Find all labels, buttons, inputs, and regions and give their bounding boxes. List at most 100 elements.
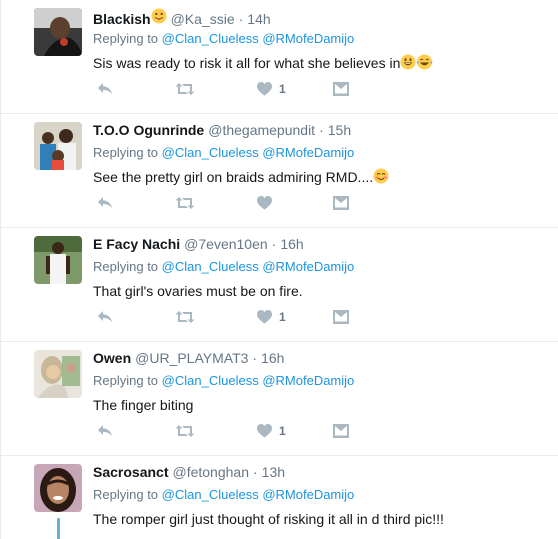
direct-message-button[interactable] [333,307,349,327]
retweet-button[interactable] [175,193,195,213]
display-name[interactable]: Owen [93,350,131,366]
tweet-header: E Facy Nachi @7even10en · 16h [93,236,546,254]
retweet-button[interactable] [175,307,195,327]
heart-icon [257,424,272,438]
tweet[interactable]: Blackish @Ka_ssie · 14h Replying to @Cla… [1,0,558,114]
display-name[interactable]: E Facy Nachi [93,236,180,252]
like-count: 1 [279,82,286,96]
mention-link[interactable]: @Clan_Clueless [162,145,259,160]
display-name[interactable]: Blackish [93,11,151,27]
mention-link[interactable]: @RMofeDamijo [262,487,354,502]
avatar[interactable] [34,350,82,398]
direct-message-button[interactable] [333,421,349,441]
retweet-icon [175,196,195,210]
reply-icon [97,196,113,210]
like-button[interactable] [257,193,279,213]
mention-link[interactable]: @RMofeDamijo [262,31,354,46]
reply-icon [97,82,113,96]
replying-to: Replying to @Clan_Clueless @RMofeDamijo [93,373,546,389]
display-name[interactable]: Sacrosanct [93,464,168,480]
replying-to: Replying to @Clan_Clueless @RMofeDamijo [93,487,546,503]
replying-to: Replying to @Clan_Clueless @RMofeDamijo [93,259,546,275]
reply-button[interactable] [97,79,113,99]
retweet-button[interactable] [175,79,195,99]
tweet[interactable]: Owen @UR_PLAYMAT3 · 16h Replying to @Cla… [1,342,558,456]
retweet-icon [175,82,195,96]
replying-to: Replying to @Clan_Clueless @RMofeDamijo [93,31,546,47]
retweet-button[interactable] [175,421,195,441]
timestamp[interactable]: 14h [247,11,270,27]
direct-message-button[interactable] [333,79,349,99]
reply-button[interactable] [97,307,113,327]
username[interactable]: @Ka_ssie [171,11,235,27]
username[interactable]: @thegamepundit [208,122,315,138]
like-button[interactable]: 1 [257,307,286,327]
avatar[interactable] [34,122,82,170]
tweet-text: The finger biting [93,395,546,415]
heart-icon [257,82,272,96]
thread-line [57,518,60,539]
tweet-text-content: That girl's ovaries must be on fire. [93,283,303,299]
separator-dot: · [252,464,258,480]
retweet-icon [175,424,195,438]
avatar[interactable] [34,464,82,512]
avatar[interactable] [34,8,82,56]
grinning-emoji-icon [400,54,416,75]
replying-to: Replying to @Clan_Clueless @RMofeDamijo [93,145,546,161]
separator-dot: · [271,236,277,252]
reply-button[interactable] [97,193,113,213]
username[interactable]: @7even10en [184,236,268,252]
tweet[interactable]: T.O.O Ogunrinde @thegamepundit · 15h Rep… [1,114,558,228]
tweet-text: See the pretty girl on braids admiring R… [93,167,546,187]
like-button[interactable]: 1 [257,421,286,441]
like-count: 1 [279,424,286,438]
direct-message-icon [333,196,349,210]
mention-link[interactable]: @Clan_Clueless [162,31,259,46]
replying-label: Replying to [93,487,159,502]
replying-label: Replying to [93,259,159,274]
timestamp[interactable]: 16h [280,236,303,252]
heart-icon [257,196,272,210]
tweet-header: Owen @UR_PLAYMAT3 · 16h [93,350,546,368]
username[interactable]: @UR_PLAYMAT3 [135,350,248,366]
display-name[interactable]: T.O.O Ogunrinde [93,122,204,138]
like-button[interactable]: 1 [257,79,286,99]
mention-link[interactable]: @Clan_Clueless [162,487,259,502]
mention-link[interactable]: @RMofeDamijo [262,259,354,274]
tweet-text: The romper girl just thought of risking … [93,509,546,529]
tweet[interactable]: E Facy Nachi @7even10en · 16h Replying t… [1,228,558,342]
mention-link[interactable]: @RMofeDamijo [262,145,354,160]
separator-dot: · [238,11,244,27]
separator-dot: · [252,350,258,366]
replying-label: Replying to [93,373,159,388]
tears-of-joy-emoji-icon [416,54,433,75]
replying-label: Replying to [93,145,159,160]
tweet-header: Sacrosanct @fetonghan · 13h [93,464,546,482]
like-count: 1 [279,310,286,324]
avatar[interactable] [34,236,82,284]
retweet-icon [175,310,195,324]
timestamp[interactable]: 13h [262,464,285,480]
tweet-actions [93,193,363,213]
mention-link[interactable]: @RMofeDamijo [262,373,354,388]
tweet-actions: 1 [93,79,363,99]
direct-message-icon [333,82,349,96]
smiling-eyes-emoji-icon [373,168,389,189]
replying-label: Replying to [93,31,159,46]
direct-message-icon [333,424,349,438]
timestamp[interactable]: 16h [261,350,284,366]
tweet-text-content: The finger biting [93,397,194,413]
mention-link[interactable]: @Clan_Clueless [162,259,259,274]
tweet-text-content: The romper girl just thought of risking … [93,511,444,527]
tongue-out-emoji-icon [151,8,167,29]
tweet[interactable]: Sacrosanct @fetonghan · 13h Replying to … [1,456,558,539]
reply-button[interactable] [97,421,113,441]
heart-icon [257,310,272,324]
direct-message-button[interactable] [333,193,349,213]
timestamp[interactable]: 15h [328,122,351,138]
mention-link[interactable]: @Clan_Clueless [162,373,259,388]
tweet-text: Sis was ready to risk it all for what sh… [93,53,546,73]
tweet-header: Blackish @Ka_ssie · 14h [93,8,546,29]
tweet-header: T.O.O Ogunrinde @thegamepundit · 15h [93,122,546,140]
username[interactable]: @fetonghan [172,464,249,480]
